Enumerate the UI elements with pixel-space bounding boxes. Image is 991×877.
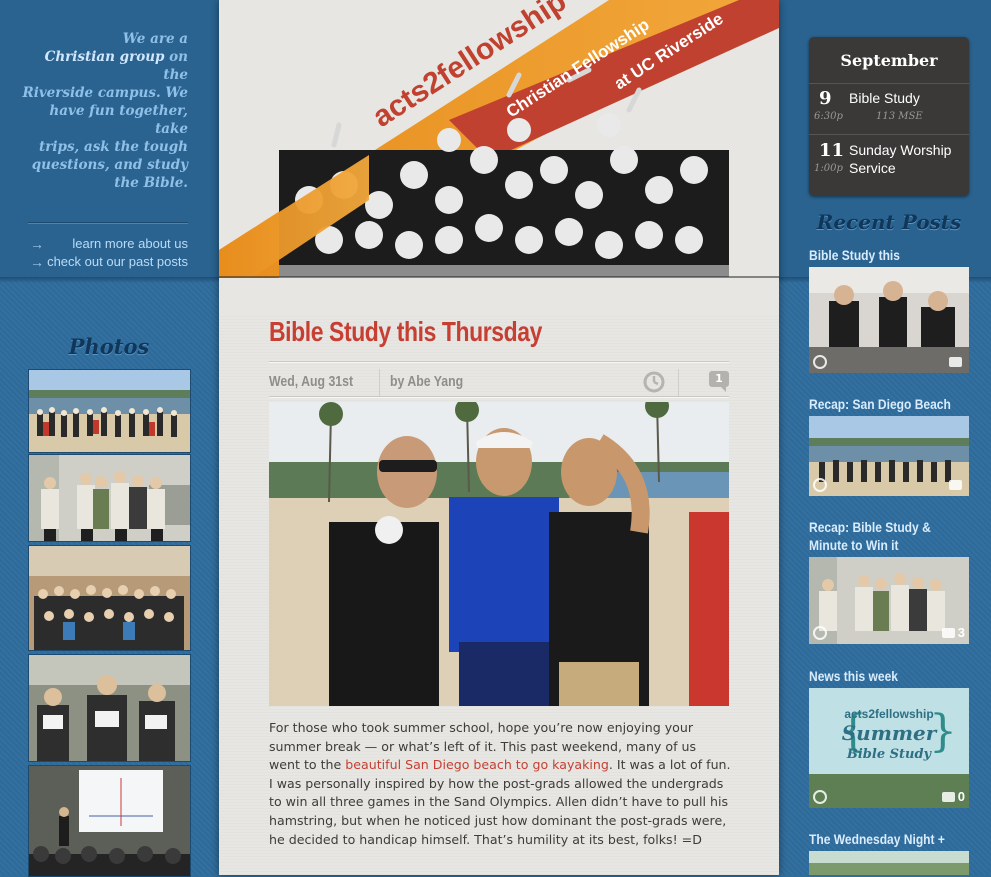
award-group-photo (29, 655, 190, 761)
wednesday-night-photo (809, 851, 969, 875)
event-location: 113 MSE (876, 111, 923, 122)
clock-icon (813, 478, 827, 492)
recent-post-bar: 3 (809, 622, 969, 644)
lecture-photo (29, 766, 190, 876)
comment-count-icon[interactable]: 1 (709, 371, 729, 392)
site-banner[interactable]: acts2fellowship Christian Fellowship at … (219, 0, 779, 316)
large-group-photo (29, 546, 190, 650)
intro-line: the Bible. (114, 175, 188, 191)
clock-icon (643, 371, 665, 393)
intro-line: trips, ask the tough (39, 139, 188, 155)
recent-posts-heading: Recent Posts (816, 210, 962, 234)
post-author[interactable]: by Abe Yang (390, 373, 463, 390)
link-label: check out our past posts (47, 254, 188, 269)
photo-thumbnail[interactable] (28, 454, 191, 542)
post-body: For those who took summer school, hope y… (269, 719, 731, 849)
recent-post-image[interactable]: { } acts2fellowship Summer Bible Study 0 (809, 688, 969, 808)
past-posts-link[interactable]: → check out our past posts (28, 254, 188, 272)
graphic-text: Summer (842, 721, 938, 745)
meta-divider (269, 396, 729, 398)
intro-line: have fun together, take (49, 103, 188, 137)
meta-separator (379, 369, 380, 396)
arrow-right-icon: → (30, 254, 44, 270)
intro-line: questions, and study (31, 157, 188, 173)
post-inline-link[interactable]: beautiful San Diego beach to go kayaking (345, 757, 609, 772)
learn-more-link[interactable]: → learn more about us (28, 236, 188, 254)
intro-line: We are a (122, 31, 188, 47)
comment-icon: 0 (941, 789, 965, 804)
event-day: 11 (819, 140, 845, 161)
event-time: 1:00p (814, 163, 843, 174)
recent-post-title[interactable]: News this week (809, 667, 955, 685)
calendar-divider (809, 134, 969, 135)
comment-count: 3 (957, 625, 965, 640)
photo-thumbnail[interactable] (28, 765, 191, 877)
intro-line: Riverside campus. We (22, 85, 188, 101)
classroom-group-photo (29, 455, 190, 541)
events-calendar: September 9 6:30p Bible Study 113 MSE 11… (809, 37, 969, 196)
banner-graphic: acts2fellowship Christian Fellowship at … (219, 0, 779, 316)
post-image[interactable] (269, 402, 729, 706)
calendar-divider (809, 83, 969, 84)
beach-photo (269, 402, 729, 706)
photos-heading: Photos (68, 334, 150, 359)
comment-count: 0 (957, 789, 965, 804)
recent-post-image[interactable]: 3 (809, 557, 969, 644)
beach-group-photo (29, 370, 190, 452)
graphic-text: Bible Study (846, 747, 933, 762)
post-date: Wed, Aug 31st (269, 373, 354, 390)
recent-post-image[interactable] (809, 851, 969, 875)
comment-icon (949, 477, 965, 492)
link-label: learn more about us (72, 236, 188, 251)
photo-thumbnail[interactable] (28, 545, 191, 651)
recent-post-bar: 0 (809, 786, 969, 808)
graphic-text: acts2fellowship (844, 707, 933, 721)
meta-divider (269, 361, 729, 363)
sidebar-divider (28, 222, 188, 224)
clock-icon (813, 790, 827, 804)
intro-highlight: Christian group (44, 49, 165, 65)
clock-icon (813, 355, 827, 369)
comment-icon: 3 (941, 625, 965, 640)
recent-post-bar (809, 474, 969, 496)
intro-line: on the (163, 49, 188, 83)
recent-post-image[interactable] (809, 416, 969, 496)
clock-icon (813, 626, 827, 640)
photo-thumbnail[interactable] (28, 654, 191, 762)
event-name-line: Sunday Worship (849, 142, 952, 158)
calendar-month: September (840, 51, 938, 70)
arrow-right-icon: → (30, 236, 44, 252)
post-title[interactable]: Bible Study this Thursday (269, 316, 542, 348)
event-name-line: Service (849, 160, 896, 176)
photo-thumbnail[interactable] (28, 369, 191, 453)
event-name: Bible Study (849, 90, 920, 106)
event-name: Sunday Worship Service (849, 141, 951, 177)
event-day: 9 (819, 88, 832, 109)
recent-post-image[interactable] (809, 267, 969, 373)
recent-post-title[interactable]: Recap: Bible Study & Minute to Win it (809, 518, 955, 554)
event-time: 6:30p (814, 111, 843, 122)
intro-text: We are a Christian group on the Riversid… (20, 30, 188, 192)
recent-post-bar (809, 351, 969, 373)
comment-icon (949, 354, 965, 369)
meta-separator (678, 369, 679, 396)
